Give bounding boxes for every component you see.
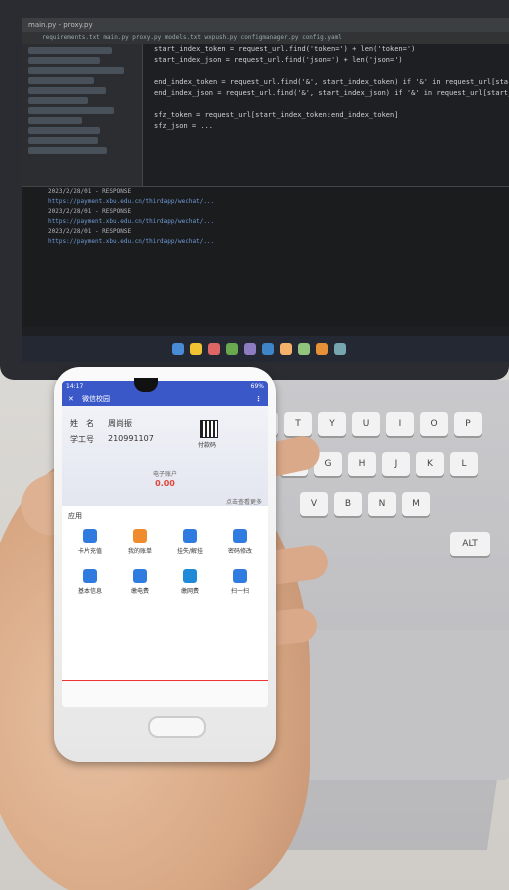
more-menu-icon[interactable]: ⋮ xyxy=(255,392,262,406)
app-tile-label: 卡片充值 xyxy=(77,548,102,555)
taskbar-app-icon xyxy=(190,343,202,355)
student-id-label: 学工号 xyxy=(70,435,94,444)
app-tile[interactable]: 缴电费 xyxy=(118,569,162,603)
keyboard-key: Y xyxy=(318,412,346,436)
browser-icon xyxy=(183,569,197,583)
taskbar-app-icon xyxy=(316,343,328,355)
keyboard-key: M xyxy=(402,492,430,516)
status-bar: 14:17 69% xyxy=(62,381,268,392)
pay-code-label[interactable]: 付款码 xyxy=(198,440,216,449)
app-tile[interactable]: 卡片充值 xyxy=(68,529,112,563)
keyboard-key: U xyxy=(352,412,380,436)
yuan-icon xyxy=(83,529,97,543)
app-tile[interactable]: 挂失/解挂 xyxy=(168,529,212,563)
qr-code-icon[interactable] xyxy=(200,420,218,438)
code-editor: start_index_token = request_url.find('to… xyxy=(144,44,509,184)
home-button[interactable] xyxy=(148,716,206,738)
taskbar-app-icon xyxy=(208,343,220,355)
apps-section-title: 应用 xyxy=(68,512,82,520)
keyboard-key: T xyxy=(284,412,312,436)
profile-card: 姓 名 周尚振 学工号 210991107 付款码 xyxy=(62,406,268,506)
app-tile-label: 缴网费 xyxy=(180,588,199,595)
card-icon xyxy=(183,529,197,543)
app-title: 微信校园 xyxy=(82,395,110,403)
bottom-nav-bar xyxy=(62,680,268,707)
keyboard-key: K xyxy=(416,452,444,476)
app-tile-label: 挂失/解挂 xyxy=(176,548,204,555)
keyboard-key: L xyxy=(450,452,478,476)
windows-taskbar xyxy=(22,336,509,362)
keyboard-key: H xyxy=(348,452,376,476)
battery-level: 69% xyxy=(250,383,264,390)
app-tile[interactable]: 密码修改 xyxy=(218,529,262,563)
app-tile-label: 密码修改 xyxy=(227,548,252,555)
code-line: start_index_json = request_url.find('jso… xyxy=(154,56,403,64)
code-line: start_index_token = request_url.find('to… xyxy=(154,45,416,53)
console-line: 2023/2/28/01 - RESPONSE xyxy=(48,228,132,235)
taskbar-app-icon xyxy=(334,343,346,355)
app-tile-label: 我的账单 xyxy=(127,548,152,555)
keyboard-key: V xyxy=(300,492,328,516)
keyboard-key: ALT xyxy=(450,532,490,556)
ide-tab-strip: requirements.txt main.py proxy.py models… xyxy=(22,32,509,44)
code-line: end_index_json = request_url.find('&', s… xyxy=(154,89,509,97)
taskbar-app-icon xyxy=(226,343,238,355)
console-line: https://payment.xbu.edu.cn/thirdapp/wech… xyxy=(48,198,215,205)
e-account-label: 电子账户 xyxy=(152,471,177,478)
name-value: 周尚振 xyxy=(108,419,132,428)
scan-icon xyxy=(233,569,247,583)
keyboard-key: J xyxy=(382,452,410,476)
bill-icon xyxy=(133,529,147,543)
keyboard-key: I xyxy=(386,412,414,436)
close-icon[interactable]: ✕ xyxy=(68,392,74,406)
code-line: sfz_token = request_url[start_index_toke… xyxy=(154,111,399,119)
console-line: https://payment.xbu.edu.cn/thirdapp/wech… xyxy=(48,218,215,225)
taskbar-app-icon xyxy=(172,343,184,355)
app-tile[interactable]: 缴网费 xyxy=(168,569,212,603)
taskbar-app-icon xyxy=(298,343,310,355)
console-line: https://payment.xbu.edu.cn/thirdapp/wech… xyxy=(48,238,215,245)
view-more-link[interactable]: 点击查看更多 xyxy=(226,497,262,506)
app-bar: ✕ 微信校园 ⋮ xyxy=(62,392,268,406)
user-icon xyxy=(83,569,97,583)
keyboard-key: P xyxy=(454,412,482,436)
e-account-balance: 0.00 xyxy=(155,479,175,488)
taskbar-app-icon xyxy=(262,343,274,355)
taskbar-app-icon xyxy=(244,343,256,355)
app-tile[interactable]: 扫一扫 xyxy=(218,569,262,603)
photo-scene: main.py - proxy.py requirements.txt main… xyxy=(0,0,509,890)
bulb-icon xyxy=(133,569,147,583)
console-line: 2023/2/28/01 - RESPONSE xyxy=(48,208,132,215)
laptop-lid: main.py - proxy.py requirements.txt main… xyxy=(0,0,509,380)
app-tile[interactable]: 基本信息 xyxy=(68,569,112,603)
app-tile[interactable]: 我的账单 xyxy=(118,529,162,563)
keyboard-key: N xyxy=(368,492,396,516)
app-tile-label: 扫一扫 xyxy=(230,588,249,595)
lock-icon xyxy=(233,529,247,543)
status-time: 14:17 xyxy=(66,383,84,390)
student-id-value: 210991107 xyxy=(108,434,154,443)
taskbar-app-icon xyxy=(280,343,292,355)
phone-screen: 14:17 69% ✕ 微信校园 ⋮ 姓 名 周尚振 学工号 210991107… xyxy=(62,381,268,707)
keyboard-key: B xyxy=(334,492,362,516)
keyboard-key: O xyxy=(420,412,448,436)
app-tile-label: 基本信息 xyxy=(77,588,102,595)
laptop-screen: main.py - proxy.py requirements.txt main… xyxy=(22,18,509,362)
code-line: sfz_json = ... xyxy=(154,122,214,130)
app-tile-label: 缴电费 xyxy=(130,588,149,595)
name-label: 姓 名 xyxy=(70,419,94,428)
ide-title-bar: main.py - proxy.py xyxy=(22,18,509,32)
code-line: end_index_token = request_url.find('&', … xyxy=(154,78,509,86)
console-line: 2023/2/28/01 - RESPONSE xyxy=(48,188,132,195)
run-console: 2023/2/28/01 - RESPONSE https://payment.x… xyxy=(22,186,509,327)
